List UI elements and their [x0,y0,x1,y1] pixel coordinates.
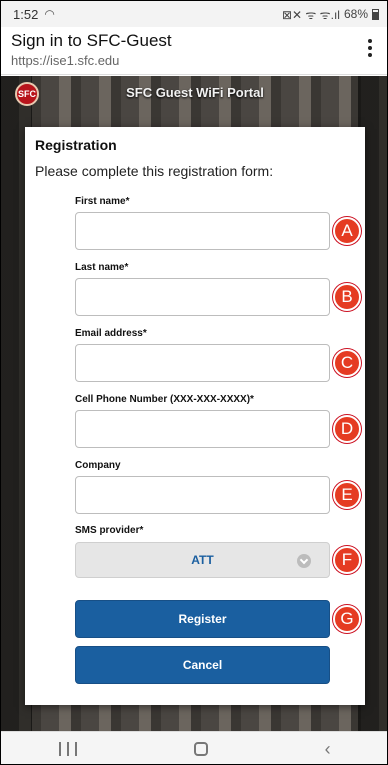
page-title: Sign in to SFC-Guest [11,31,172,50]
registration-subheading: Please complete this registration form: [35,163,274,179]
chevron-down-icon [297,554,311,568]
callout-badge-a: A [333,217,361,245]
android-nav-bar: ‹ [1,731,387,764]
callout-badge-c: C [333,349,361,377]
email-input[interactable] [75,344,330,382]
portal-title: SFC Guest WiFi Portal [126,85,264,100]
last-name-input[interactable] [75,278,330,316]
portal-header: SFC SFC Guest WiFi Portal [1,76,387,110]
callout-badge-b: B [333,283,361,311]
recent-apps-icon[interactable] [59,742,78,756]
status-bar: 1:52 ◠ ⊠✕ ᯤ ᯤ.ıl 68% [1,1,387,27]
cancel-button[interactable]: Cancel [75,646,330,684]
overflow-menu-icon[interactable] [367,37,373,59]
wifi-icon: ◠ [44,7,55,21]
status-icons: ⊠✕ ᯤ ᯤ.ıl 68% [282,6,379,23]
page-url: https://ise1.sfc.edu [11,53,120,68]
email-label: Email address* [75,328,147,339]
home-icon[interactable] [193,742,208,756]
sms-provider-select[interactable]: ATT [75,542,330,578]
signal-icons: ⊠✕ ᯤ ᯤ.ıl [281,7,340,22]
registration-card: Registration Please complete this regist… [25,127,365,705]
sms-provider-value: ATT [191,553,214,567]
company-label: Company [75,460,121,471]
cell-phone-input[interactable] [75,410,330,448]
battery-icon [372,8,379,20]
first-name-label: First name* [75,196,130,207]
first-name-input[interactable] [75,212,330,250]
status-time: 1:52 [13,6,39,22]
app-bar: Sign in to SFC-Guest https://ise1.sfc.ed… [1,27,387,75]
register-button-label: Register [178,612,227,626]
callout-badge-g: G [333,605,361,633]
callout-badge-e: E [333,481,361,509]
registration-heading: Registration [35,137,117,153]
back-icon[interactable]: ‹ [325,739,331,760]
callout-badge-f: F [333,546,361,574]
phone-screen: 1:52 ◠ ⊠✕ ᯤ ᯤ.ıl 68% Sign in to SFC-Gues… [0,0,388,765]
register-button[interactable]: Register [75,600,330,638]
company-input[interactable] [75,476,330,514]
cancel-button-label: Cancel [182,658,223,672]
last-name-label: Last name* [75,262,129,273]
cell-phone-label: Cell Phone Number (XXX-XXX-XXXX)* [75,394,254,405]
callout-badge-d: D [333,415,361,443]
sms-provider-label: SMS provider* [75,525,144,536]
battery-percent: 68% [343,7,368,21]
